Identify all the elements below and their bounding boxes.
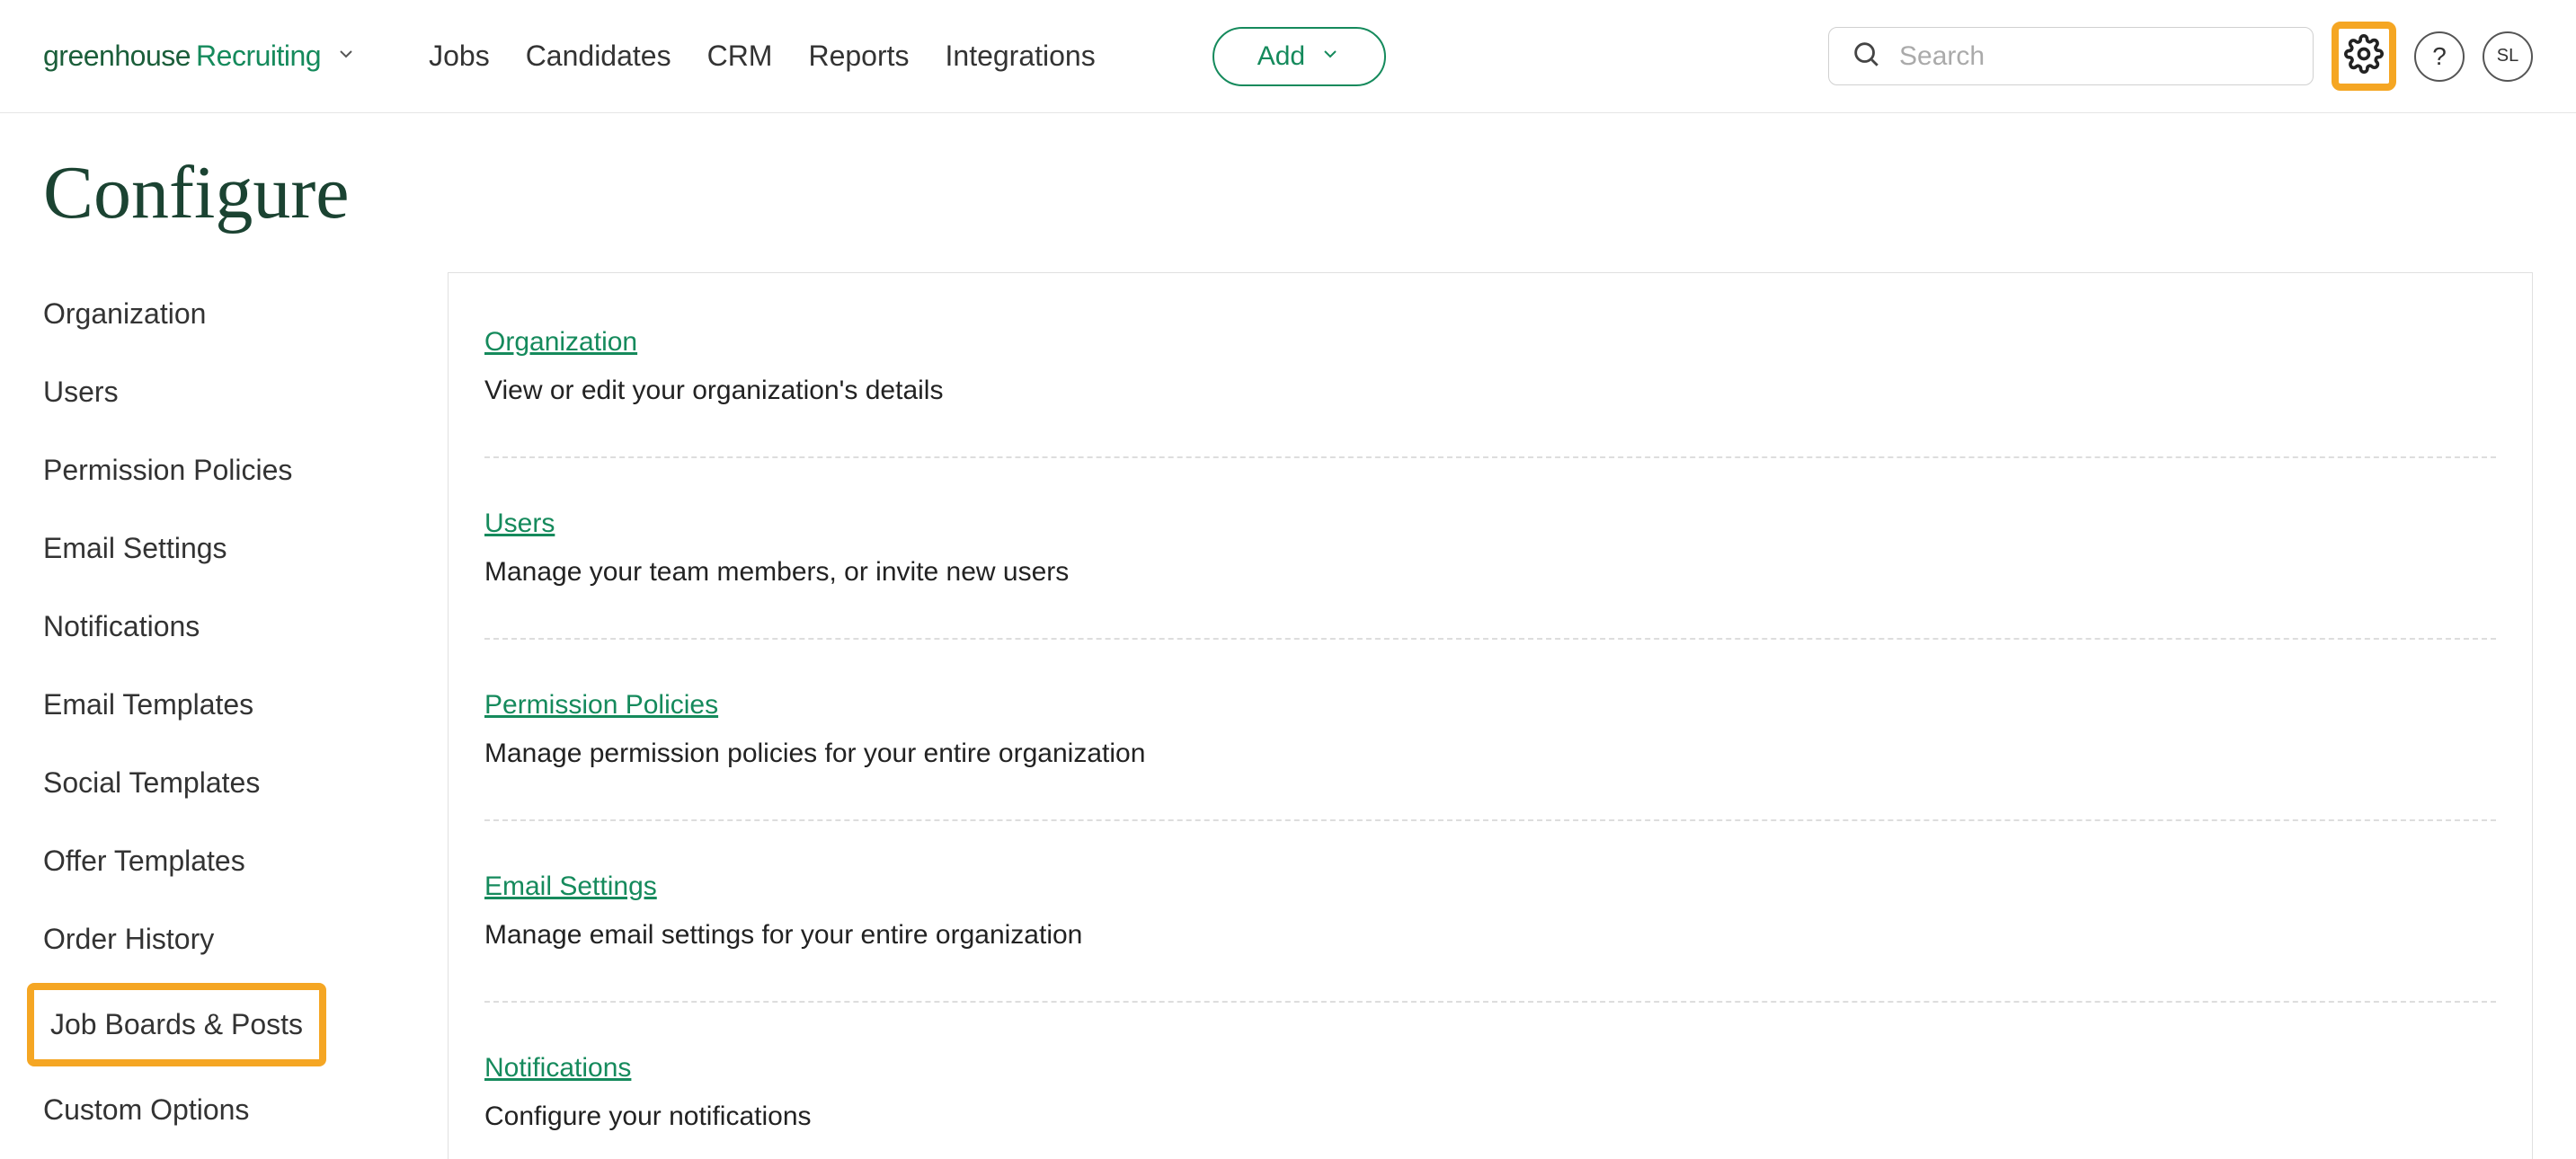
add-button-label: Add <box>1257 41 1305 72</box>
config-desc: Configure your notifications <box>484 1101 2496 1132</box>
nav-candidates[interactable]: Candidates <box>526 40 671 73</box>
nav-crm[interactable]: CRM <box>707 40 773 73</box>
settings-button-highlighted[interactable] <box>2332 22 2396 91</box>
question-icon: ? <box>2432 42 2447 71</box>
config-link-users[interactable]: Users <box>484 509 555 538</box>
sidebar: Organization Users Permission Policies E… <box>43 272 421 1127</box>
gear-icon <box>2344 34 2384 78</box>
config-item-notifications: Notifications Configure your notificatio… <box>484 1053 2496 1159</box>
add-button[interactable]: Add <box>1212 27 1386 86</box>
config-desc: View or edit your organization's details <box>484 376 2496 406</box>
chevron-down-icon[interactable] <box>335 43 357 69</box>
config-desc: Manage your team members, or invite new … <box>484 557 2496 588</box>
config-item-email-settings: Email Settings Manage email settings for… <box>484 871 2496 1003</box>
chevron-down-icon <box>1319 41 1341 72</box>
nav-jobs[interactable]: Jobs <box>429 40 490 73</box>
config-item-users: Users Manage your team members, or invit… <box>484 509 2496 640</box>
sidebar-item-notifications[interactable]: Notifications <box>43 610 421 643</box>
help-button[interactable]: ? <box>2414 31 2465 82</box>
user-avatar[interactable]: SL <box>2483 31 2533 82</box>
logo-part2: Recruiting <box>196 40 321 73</box>
logo: greenhouse Recruiting <box>43 40 321 73</box>
config-desc: Manage email settings for your entire or… <box>484 920 2496 951</box>
nav-reports[interactable]: Reports <box>808 40 909 73</box>
content-row: Organization Users Permission Policies E… <box>0 272 2576 1159</box>
config-link-notifications[interactable]: Notifications <box>484 1053 631 1083</box>
sidebar-item-organization[interactable]: Organization <box>43 297 421 331</box>
config-item-permission-policies: Permission Policies Manage permission po… <box>484 690 2496 821</box>
search-box[interactable] <box>1828 27 2314 85</box>
sidebar-item-email-settings[interactable]: Email Settings <box>43 532 421 565</box>
avatar-initials: SL <box>2497 46 2518 66</box>
main-panel: Organization View or edit your organizat… <box>448 272 2533 1159</box>
config-desc: Manage permission policies for your enti… <box>484 739 2496 769</box>
sidebar-item-social-templates[interactable]: Social Templates <box>43 766 421 800</box>
config-item-organization: Organization View or edit your organizat… <box>484 327 2496 458</box>
top-bar: greenhouse Recruiting Jobs Candidates CR… <box>0 0 2576 113</box>
sidebar-item-email-templates[interactable]: Email Templates <box>43 688 421 721</box>
search-icon <box>1851 39 1881 74</box>
search-input[interactable] <box>1899 41 2291 72</box>
sidebar-item-users[interactable]: Users <box>43 376 421 409</box>
sidebar-item-permission-policies[interactable]: Permission Policies <box>43 454 421 487</box>
sidebar-item-order-history[interactable]: Order History <box>43 923 421 956</box>
logo-part1: greenhouse <box>43 40 191 73</box>
config-link-permission-policies[interactable]: Permission Policies <box>484 690 718 720</box>
sidebar-item-job-boards-posts[interactable]: Job Boards & Posts <box>27 983 326 1066</box>
config-link-email-settings[interactable]: Email Settings <box>484 871 657 901</box>
page-title: Configure <box>0 113 2576 272</box>
config-link-organization[interactable]: Organization <box>484 327 637 357</box>
sidebar-item-custom-options[interactable]: Custom Options <box>43 1093 421 1127</box>
nav-integrations[interactable]: Integrations <box>946 40 1096 73</box>
sidebar-item-offer-templates[interactable]: Offer Templates <box>43 845 421 878</box>
logo-group[interactable]: greenhouse Recruiting <box>43 40 357 73</box>
main-nav: Jobs Candidates CRM Reports Integrations <box>429 40 1096 73</box>
